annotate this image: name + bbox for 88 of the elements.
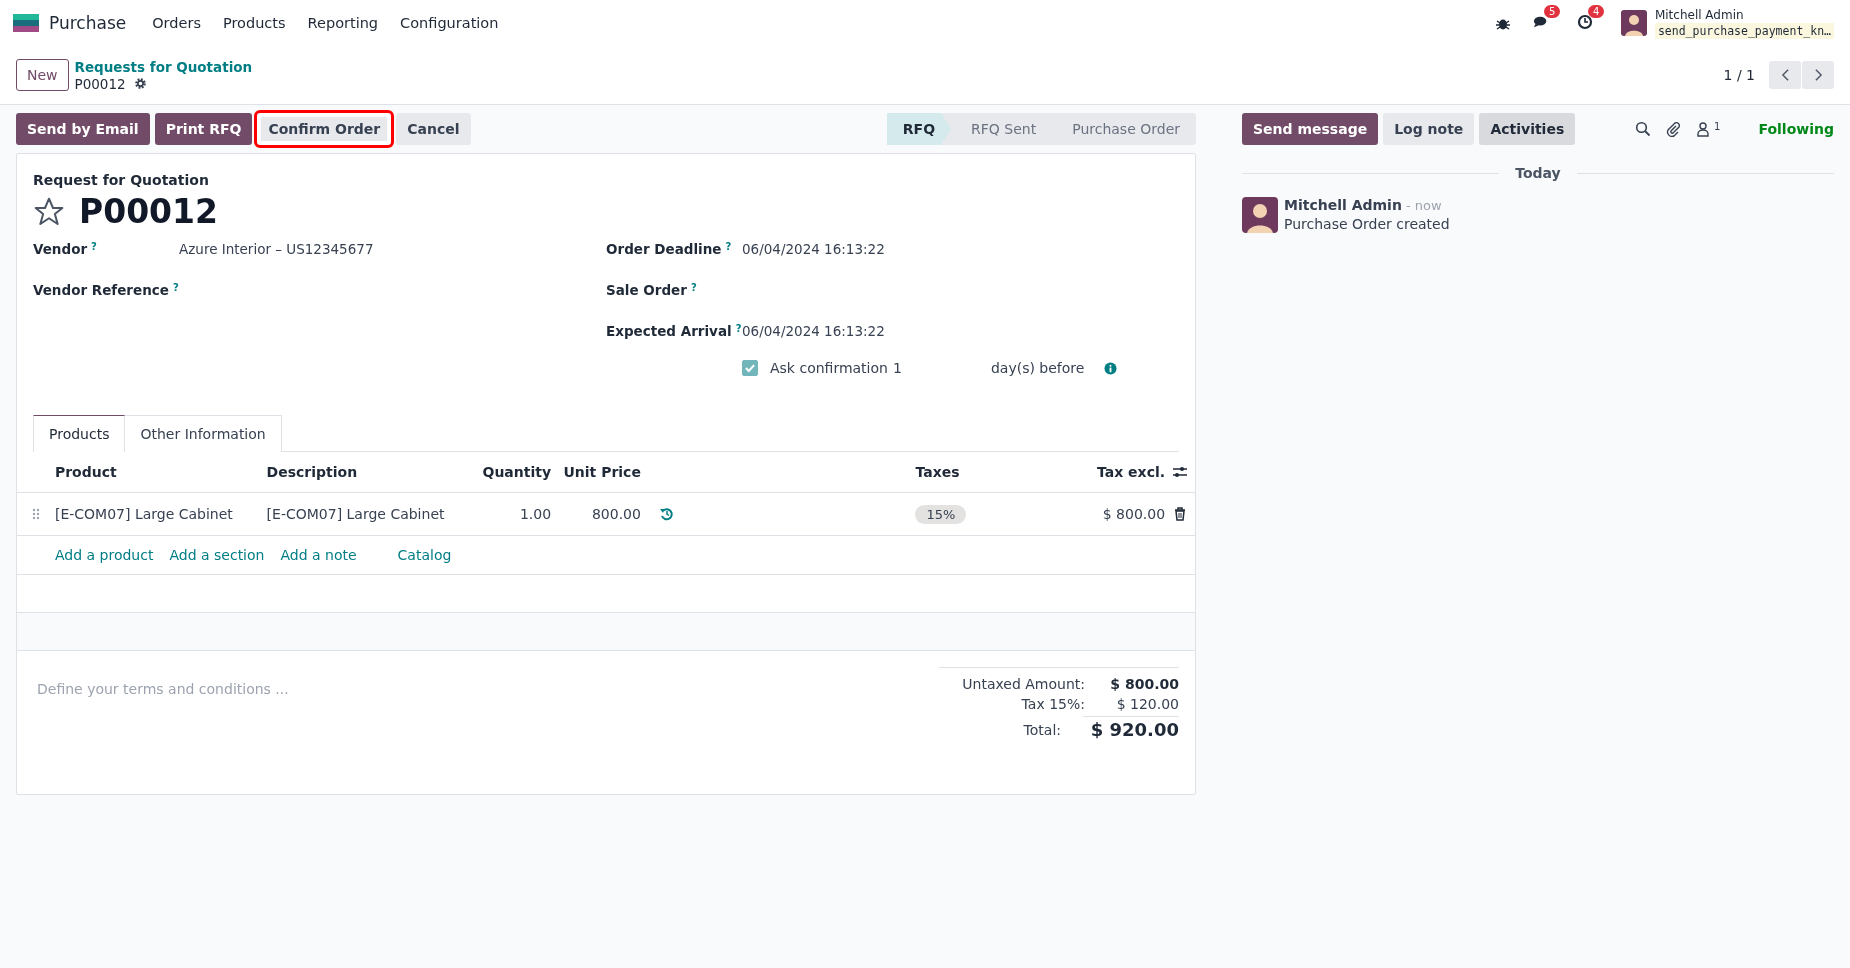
- table-cell-text: [E-COM07] Large Cabinet: [266, 506, 446, 522]
- user-name: Mitchell Admin: [1654, 7, 1745, 23]
- add-link[interactable]: Add a product: [55, 547, 154, 563]
- field-value[interactable]: 06/04/2024 16:13:22: [742, 323, 885, 339]
- field-label: Expected Arrival: [606, 323, 732, 339]
- checkbox[interactable]: [742, 360, 758, 376]
- status-step[interactable]: RFQ Sent: [951, 113, 1053, 145]
- message-author[interactable]: Mitchell Admin: [1284, 197, 1402, 213]
- chatter-button[interactable]: Send message: [1242, 113, 1379, 145]
- record-name: P00012: [74, 75, 126, 92]
- person-icon[interactable]: [1695, 121, 1712, 137]
- total-label: Total:: [1023, 721, 1061, 740]
- help-mark[interactable]: ?: [725, 241, 732, 257]
- total-label: Untaxed Amount:: [962, 676, 1085, 692]
- table-cell-text: 1.00: [518, 506, 552, 522]
- action-button[interactable]: Send by Email: [16, 113, 150, 145]
- star-icon[interactable]: [33, 195, 65, 228]
- total-label: Tax 15%:: [1021, 696, 1085, 712]
- form-subtitle: Request for Quotation: [33, 172, 210, 188]
- record-title: P00012: [79, 192, 218, 231]
- field-value[interactable]: 06/04/2024 16:13:22: [742, 241, 885, 257]
- help-mark[interactable]: ?: [690, 282, 697, 298]
- chevron-left-icon: [1780, 68, 1790, 82]
- menu-item[interactable]: Orders: [152, 15, 201, 31]
- table-cell-text: 800.00: [590, 506, 641, 522]
- days-suffix: day(s) before: [990, 360, 1085, 376]
- breadcrumb-link[interactable]: Requests for Quotation: [74, 58, 253, 75]
- add-link[interactable]: Add a note: [280, 547, 357, 563]
- add-link[interactable]: Add a section: [169, 547, 265, 563]
- chatter-button[interactable]: Log note: [1383, 113, 1475, 145]
- tab[interactable]: Products: [33, 415, 126, 452]
- clock-icon[interactable]: [1576, 13, 1593, 30]
- checkbox-label: Ask confirmation: [770, 360, 888, 376]
- field-label: Sale Order: [606, 282, 687, 298]
- action-button[interactable]: Cancel: [396, 113, 471, 145]
- search-icon[interactable]: [1635, 121, 1652, 137]
- table-cell-text: $ 800.00: [1101, 506, 1166, 522]
- status-step[interactable]: Purchase Order: [1052, 113, 1196, 145]
- date-separator: Today: [1515, 165, 1561, 181]
- total-value: $ 800.00: [1109, 676, 1179, 692]
- days-value[interactable]: 1: [892, 360, 991, 376]
- field-label: Vendor: [33, 241, 88, 257]
- help-mark[interactable]: ?: [172, 282, 179, 298]
- message-body: Purchase Order created: [1284, 216, 1450, 232]
- column-header[interactable]: Description: [266, 464, 482, 480]
- total-value: $ 120.00: [1115, 696, 1179, 712]
- app-name[interactable]: Purchase: [49, 13, 127, 33]
- tax-tag: 15%: [915, 505, 967, 524]
- message-count-badge: 5: [1543, 4, 1561, 18]
- chevron-right-icon: [1813, 68, 1823, 82]
- help-mark[interactable]: ?: [735, 323, 742, 339]
- menu-item[interactable]: Products: [222, 15, 286, 31]
- column-header[interactable]: Product: [54, 464, 267, 480]
- action-button[interactable]: Confirm Order: [257, 113, 392, 145]
- total-value: $ 920.00: [1083, 716, 1179, 740]
- add-link[interactable]: Catalog: [397, 547, 452, 563]
- next-button[interactable]: [1802, 61, 1834, 89]
- menu-item[interactable]: Reporting: [307, 15, 379, 31]
- message-time: - now: [1405, 198, 1442, 213]
- reset-icon[interactable]: [658, 506, 675, 522]
- user-avatar-icon[interactable]: [1620, 10, 1647, 36]
- column-header[interactable]: Taxes: [915, 464, 1056, 480]
- column-settings-icon[interactable]: [1172, 464, 1189, 480]
- field-value[interactable]: Azure Interior – US12345677: [179, 241, 374, 257]
- menu-item[interactable]: Configuration: [400, 15, 499, 31]
- new-button[interactable]: New: [16, 59, 69, 91]
- table-cell-text: [E-COM07] Large Cabinet: [54, 506, 234, 522]
- info-icon[interactable]: [1104, 361, 1118, 375]
- tab[interactable]: Other Information: [125, 415, 282, 452]
- settings-icon[interactable]: [133, 77, 147, 90]
- field-label: Vendor Reference: [33, 282, 169, 298]
- field-label: Order Deadline: [606, 241, 722, 257]
- chatter-button[interactable]: Activities: [1479, 113, 1576, 145]
- action-button[interactable]: Print RFQ: [154, 113, 253, 145]
- status-step[interactable]: RFQ: [886, 113, 952, 145]
- activity-count-badge: 4: [1587, 4, 1605, 18]
- column-header[interactable]: Tax excl.: [1055, 464, 1166, 480]
- user-avatar-icon: [1242, 197, 1278, 233]
- paperclip-icon[interactable]: [1665, 121, 1682, 137]
- help-mark[interactable]: ?: [91, 241, 97, 257]
- pager-value: 1 / 1: [1723, 67, 1755, 83]
- following-button[interactable]: Following: [1758, 121, 1834, 137]
- database-name: send_purchase_payment_kn…: [1654, 23, 1834, 39]
- column-header[interactable]: Unit Price: [551, 464, 641, 480]
- follower-count: 1: [1714, 121, 1721, 132]
- previous-button[interactable]: [1769, 61, 1801, 89]
- column-header[interactable]: Quantity: [481, 464, 552, 480]
- drag-handle-icon[interactable]: [31, 508, 40, 520]
